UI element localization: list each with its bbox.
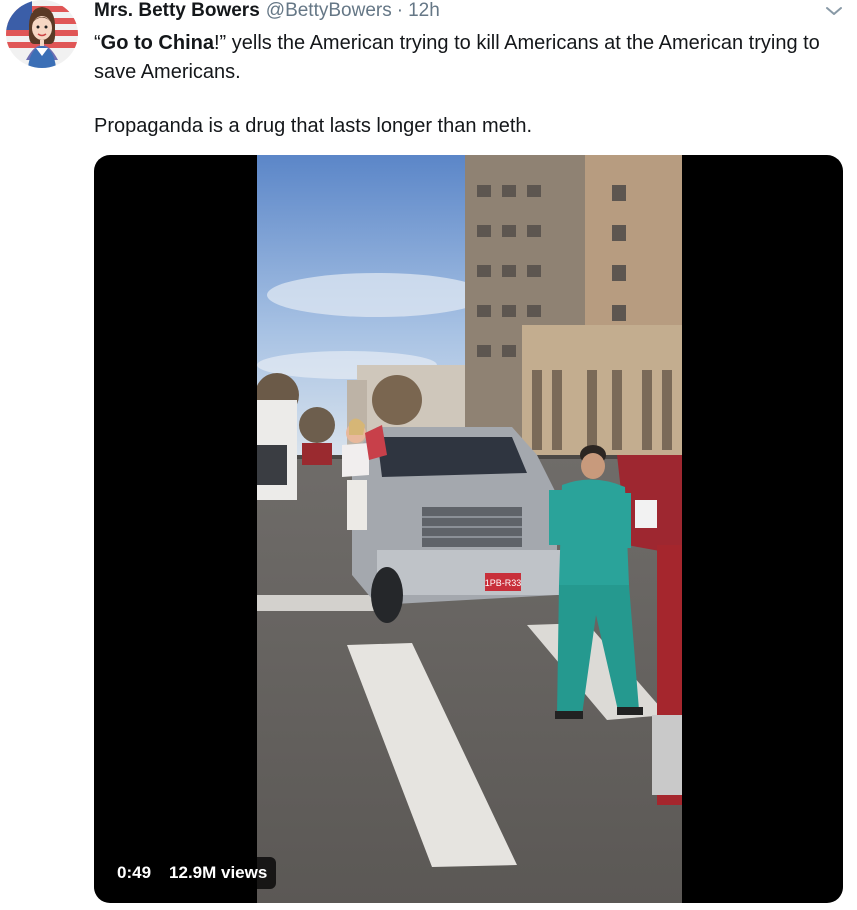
- video-view-count: 12.9M views: [169, 863, 268, 882]
- author-avatar[interactable]: [6, 0, 78, 68]
- header-separator: ·: [396, 0, 404, 21]
- video-duration: 0:49: [117, 863, 152, 882]
- quoted-phrase: Go to China: [100, 32, 214, 54]
- video-player[interactable]: 1PB-R33 0:49 12.9M views: [94, 155, 843, 903]
- cartoon-woman-avatar-icon: [6, 0, 78, 68]
- tweet-header: Mrs. Betty Bowers @BettyBowers · 12h: [94, 0, 440, 22]
- open-quote: “: [94, 32, 101, 54]
- author-handle[interactable]: @BettyBowers: [266, 0, 392, 22]
- tweet-options-button[interactable]: [821, 0, 847, 22]
- tweet-text-line-1: “Go to China!” yells the American trying…: [94, 29, 834, 87]
- video-frame: 1PB-R33: [257, 155, 682, 903]
- chevron-down-icon: [826, 7, 842, 15]
- video-info-badge: 0:49 12.9M views: [108, 857, 277, 889]
- tweet-text: “Go to China!” yells the American trying…: [94, 29, 834, 141]
- author-name[interactable]: Mrs. Betty Bowers: [94, 0, 260, 22]
- license-plate-text: 1PB-R33: [485, 578, 522, 588]
- tweet-text-line-2: Propaganda is a drug that lasts longer t…: [94, 115, 533, 137]
- tweet-timestamp[interactable]: 12h: [408, 0, 440, 22]
